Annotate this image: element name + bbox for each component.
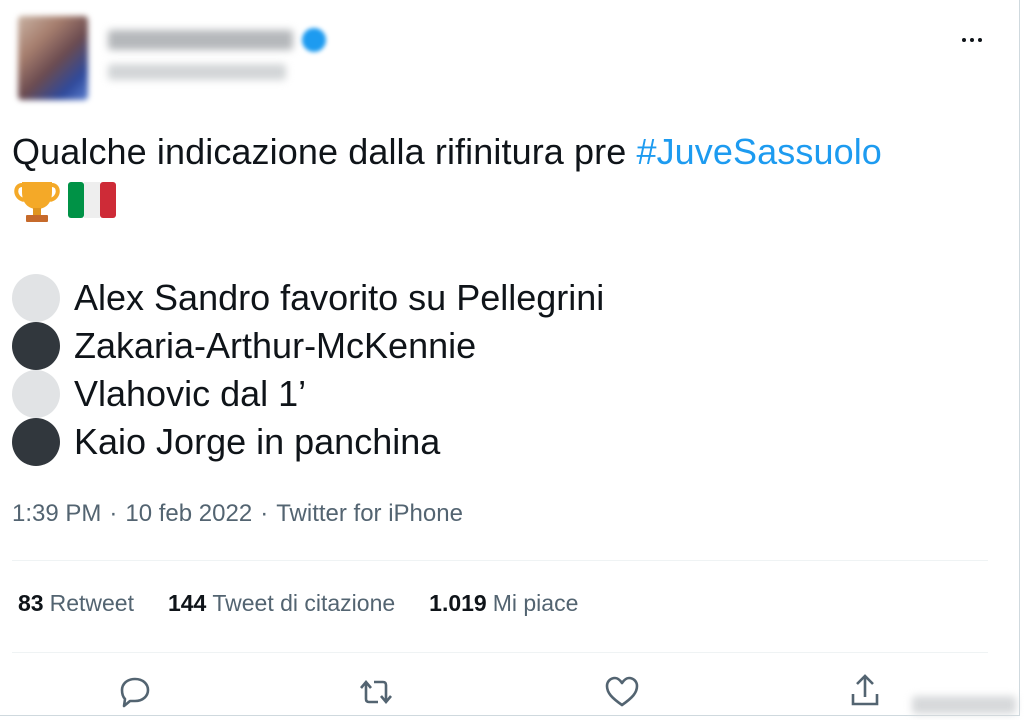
tweet-text: Qualche indicazione dalla rifinitura pre…	[12, 128, 1002, 175]
tweet-list: Alex Sandro favorito su Pellegrini Zakar…	[12, 274, 604, 466]
display-name-redacted[interactable]	[108, 30, 293, 50]
white-circle-icon	[12, 274, 60, 322]
tweet-source[interactable]: Twitter for iPhone	[276, 500, 463, 528]
heart-icon[interactable]	[602, 672, 642, 712]
list-item-text: Alex Sandro favorito su Pellegrini	[74, 277, 605, 318]
username-redacted[interactable]	[108, 64, 286, 80]
verified-badge-icon	[302, 28, 326, 52]
meta-separator: ·	[260, 500, 269, 527]
share-icon[interactable]	[845, 672, 885, 712]
hashtag-link[interactable]: #JuveSassuolo	[636, 131, 881, 172]
reply-icon[interactable]	[115, 672, 155, 712]
tweet-date[interactable]: 10 feb 2022	[125, 500, 252, 528]
list-item-text: Zakaria-Arthur-McKennie	[74, 325, 477, 366]
black-circle-icon	[12, 322, 60, 370]
retweet-icon[interactable]	[356, 672, 396, 712]
more-horizontal-icon[interactable]	[952, 30, 992, 50]
likes-count: 1.019	[429, 590, 487, 616]
list-item: Zakaria-Arthur-McKennie	[12, 322, 604, 370]
list-item: Kaio Jorge in panchina	[12, 418, 604, 466]
black-circle-icon	[12, 418, 60, 466]
meta-separator: ·	[109, 500, 118, 527]
italy-flag-icon	[68, 182, 116, 218]
quotes-stat[interactable]: 144 Tweet di citazione	[168, 590, 395, 617]
divider	[12, 560, 988, 561]
tweet-body: Qualche indicazione dalla rifinitura pre	[12, 131, 637, 172]
avatar[interactable]	[18, 16, 88, 100]
list-item-text: Kaio Jorge in panchina	[74, 421, 441, 462]
quotes-label: Tweet di citazione	[212, 590, 396, 616]
retweets-label: Retweet	[49, 590, 134, 616]
watermark-redacted	[912, 696, 1016, 714]
trophy-emoji-icon	[14, 182, 60, 222]
tweet-card: Qualche indicazione dalla rifinitura pre…	[0, 0, 1020, 716]
tweet-meta: 1:39 PM · 10 feb 2022 · Twitter for iPho…	[12, 500, 463, 528]
engagement-stats: 83 Retweet 144 Tweet di citazione 1.019 Mi …	[18, 590, 578, 617]
list-item-text: Vlahovic dal 1’	[74, 373, 307, 414]
list-item: Vlahovic dal 1’	[12, 370, 604, 418]
list-item: Alex Sandro favorito su Pellegrini	[12, 274, 604, 322]
retweets-count: 83	[18, 590, 44, 616]
retweets-stat[interactable]: 83 Retweet	[18, 590, 134, 617]
divider	[12, 652, 988, 653]
likes-stat[interactable]: 1.019 Mi piace	[429, 590, 578, 617]
action-bar	[0, 672, 1020, 712]
likes-label: Mi piace	[492, 590, 579, 616]
tweet-time[interactable]: 1:39 PM	[12, 500, 101, 528]
quotes-count: 144	[167, 590, 207, 616]
emoji-row	[12, 176, 116, 224]
white-circle-icon	[12, 370, 60, 418]
